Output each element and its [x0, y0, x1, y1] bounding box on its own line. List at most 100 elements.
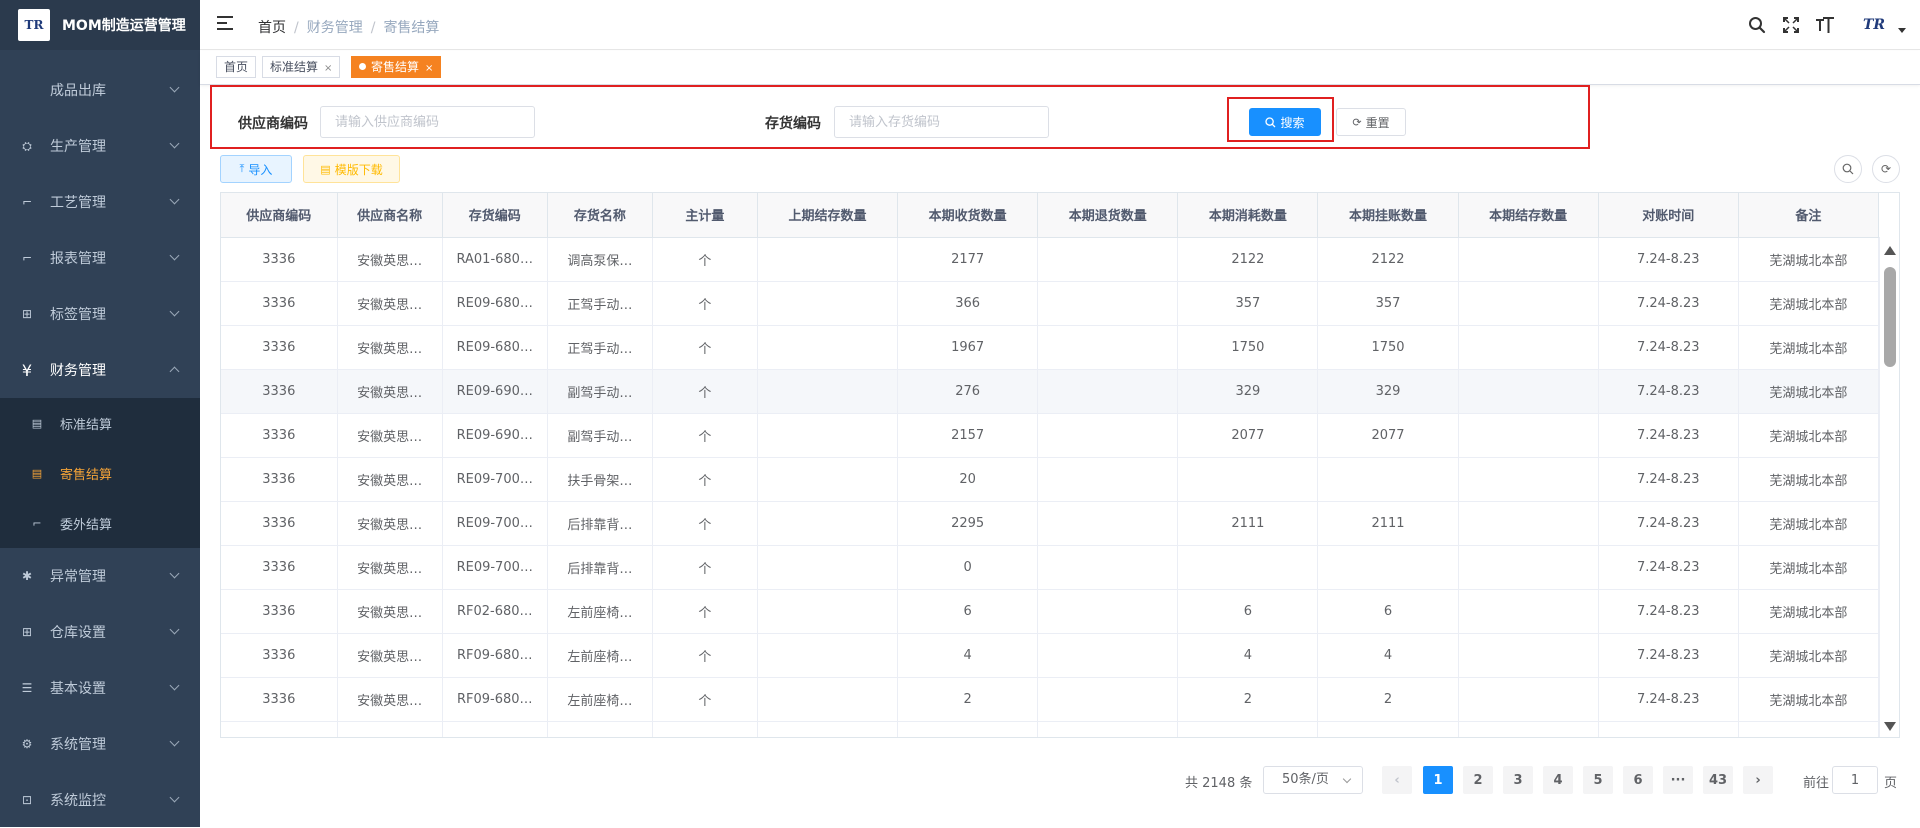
import-button[interactable]: ⤒ 导入 [220, 155, 292, 183]
table-row[interactable]: 3336 安徽英思… RF09-680… 左前座椅… 个 2 2 2 7.24-8.23 芜湖城北… [221, 677, 1880, 722]
sidebar-item-label: 财务管理 [50, 363, 106, 379]
table-row[interactable]: 3336安徽英思…RF09-680…左前座椅…个1117.24-8.23芜湖城北… [221, 721, 1880, 737]
reset-button[interactable]: ⟳ 重置 [1336, 108, 1406, 136]
sidebar-item-9[interactable]: ⚙ 系统管理 [0, 716, 200, 772]
refresh-icon[interactable]: ⟳ [1872, 155, 1900, 183]
prev-page-button[interactable]: ‹ [1382, 766, 1412, 794]
table-row[interactable]: 3336 安徽英思… RE09-690… 副驾手动… 个 2157 2077 2077 7.24… [221, 413, 1880, 458]
page-button[interactable]: 2 [1463, 766, 1493, 794]
sidebar-item-6[interactable]: ✱ 异常管理 [0, 548, 200, 604]
table-cell: 7.24-8.23 [1598, 633, 1739, 678]
table-row[interactable]: 3336 安徽英思… RF09-680… 左前座椅… 个 4 4 4 7.24-8.23 芜湖城北… [221, 633, 1880, 678]
search-icon[interactable] [1740, 0, 1774, 50]
table-cell: 芜湖城北本部 [1738, 237, 1880, 282]
page-size-select[interactable]: 50条/页 [1263, 766, 1363, 794]
sidebar-item-10[interactable]: ⊡ 系统监控 [0, 772, 200, 828]
breadcrumb-consign: 寄售结算 [383, 20, 440, 36]
sidebar-item-5[interactable]: ¥ 财务管理 [0, 342, 200, 398]
sidebar-menu: 成品出库 ⛭ 生产管理 ⌐ 工艺管理 ⌐ 报表管理 ⊞ 标签管理 ¥ 财务管理 ▤ 标准结算 ▤ 寄售结算 ⌐… [0, 62, 200, 828]
submenu-item-2[interactable]: ⌐ 委外结算 [0, 498, 200, 548]
scroll-up-icon[interactable] [1884, 246, 1896, 255]
table-cell: RF09-680… [442, 633, 548, 678]
table-cell: 个 [652, 677, 758, 722]
column-header: 存货名称 [547, 193, 653, 238]
table-cell: 副驾手动… [547, 369, 653, 414]
sidebar-item-3[interactable]: ⌐ 报表管理 [0, 230, 200, 286]
breadcrumb-home[interactable]: 首页 [258, 20, 286, 36]
table-cell: 安徽英思… [337, 281, 443, 326]
table-cell: 个 [652, 281, 758, 326]
hamburger-icon[interactable] [217, 16, 233, 30]
font-size-icon[interactable] [1808, 0, 1842, 50]
column-header: 供应商编码 [221, 193, 338, 238]
table-cell: 4 [1317, 633, 1459, 678]
next-page-button[interactable]: › [1743, 766, 1773, 794]
table-cell: 个 [652, 721, 758, 737]
table-cell [1037, 457, 1179, 502]
supplier-code-input[interactable] [320, 106, 535, 138]
sidebar-item-0[interactable]: 成品出库 [0, 62, 200, 118]
table-cell: RF02-680… [442, 589, 548, 634]
table-cell [1458, 721, 1599, 737]
table-row[interactable]: 3336 安徽英思… RE09-700… 扶手骨架… 个 20 7.24-8.23 芜湖城北本… [221, 457, 1880, 502]
sidebar-item-8[interactable]: ☰ 基本设置 [0, 660, 200, 716]
page-button[interactable]: 6 [1623, 766, 1653, 794]
sidebar-item-2[interactable]: ⌐ 工艺管理 [0, 174, 200, 230]
table-cell: RA01-680… [442, 237, 548, 282]
table-cell: 1 [1177, 721, 1319, 737]
table-cell: 个 [652, 369, 758, 414]
table-cell: 个 [652, 633, 758, 678]
table-row[interactable]: 3336 安徽英思… RE09-700… 后排靠背… 个 2295 2111 2111 7.24… [221, 501, 1880, 546]
table-cell: 2111 [1317, 501, 1459, 546]
submenu-item-0[interactable]: ▤ 标准结算 [0, 398, 200, 448]
goto-page-input[interactable] [1832, 766, 1878, 794]
tag-consign-settlement[interactable]: 寄售结算 × [351, 56, 442, 78]
table-row[interactable]: 3336 安徽英思… RA01-680… 调高泵保… 个 2177 2122 2122 7.24… [221, 237, 1880, 282]
search-button[interactable]: 搜索 [1249, 108, 1321, 136]
table-row[interactable]: 3336 安徽英思… RE09-700… 后排靠背… 个 0 7.24-8.23 芜湖城北本部 [221, 545, 1880, 590]
sidebar: TR MOM制造运营管理 成品出库 ⛭ 生产管理 ⌐ 工艺管理 ⌐ 报表管理 ⊞ 标签管理 ¥ 财务… [0, 0, 200, 827]
vertical-scrollbar[interactable] [1879, 237, 1899, 737]
table-cell [1458, 633, 1599, 678]
table-cell [1317, 545, 1459, 590]
tag-standard-settlement[interactable]: 标准结算 × [262, 56, 341, 78]
table-cell [1458, 457, 1599, 502]
sidebar-item-1[interactable]: ⛭ 生产管理 [0, 118, 200, 174]
scroll-down-icon[interactable] [1884, 722, 1896, 731]
table-row[interactable]: 3336 安徽英思… RF02-680… 左前座椅… 个 6 6 6 7.24-8.23 芜湖城北… [221, 589, 1880, 634]
table-cell: RE09-690… [442, 413, 548, 458]
breadcrumb: 首页 / 财务管理 / 寄售结算 [258, 20, 440, 36]
table-cell: 6 [897, 589, 1039, 634]
caret-down-icon[interactable] [1898, 27, 1906, 33]
tag-home[interactable]: 首页 [216, 56, 257, 78]
inventory-code-input[interactable] [834, 106, 1049, 138]
table-cell: 副驾手动… [547, 413, 653, 458]
table-cell: 芜湖城北本部 [1738, 545, 1880, 590]
template-download-button[interactable]: ▤ 模版下载 [303, 155, 400, 183]
table-cell: 3336 [221, 545, 338, 590]
fullscreen-icon[interactable] [1774, 0, 1808, 50]
table-cell [757, 237, 899, 282]
toggle-search-icon[interactable] [1834, 155, 1862, 183]
table-row[interactable]: 3336 安徽英思… RE09-690… 副驾手动… 个 276 329 329 7.24-8.… [221, 369, 1880, 414]
scroll-thumb[interactable] [1884, 267, 1896, 367]
close-icon[interactable]: × [425, 63, 433, 74]
table-cell: 7.24-8.23 [1598, 501, 1739, 546]
sidebar-item-7[interactable]: ⊞ 仓库设置 [0, 604, 200, 660]
sidebar-item-4[interactable]: ⊞ 标签管理 [0, 286, 200, 342]
more-pages-icon[interactable]: ··· [1663, 766, 1693, 794]
page-button[interactable]: 43 [1703, 766, 1733, 794]
table-cell: 芜湖城北本部 [1738, 413, 1880, 458]
close-icon[interactable]: × [324, 63, 332, 74]
avatar[interactable]: TR [1854, 10, 1894, 40]
page-button[interactable]: 3 [1503, 766, 1533, 794]
table-cell: 个 [652, 325, 758, 370]
page-button[interactable]: 4 [1543, 766, 1573, 794]
table-row[interactable]: 3336 安徽英思… RE09-680… 正驾手动… 个 1967 1750 1750 7.24… [221, 325, 1880, 370]
table-cell [757, 721, 899, 737]
page-button[interactable]: 1 [1423, 766, 1453, 794]
submenu-item-1[interactable]: ▤ 寄售结算 [0, 448, 200, 498]
table-row[interactable]: 3336 安徽英思… RE09-680… 正驾手动… 个 366 357 357 7.24-8.… [221, 281, 1880, 326]
page-button[interactable]: 5 [1583, 766, 1613, 794]
column-header: 本期消耗数量 [1177, 193, 1319, 238]
